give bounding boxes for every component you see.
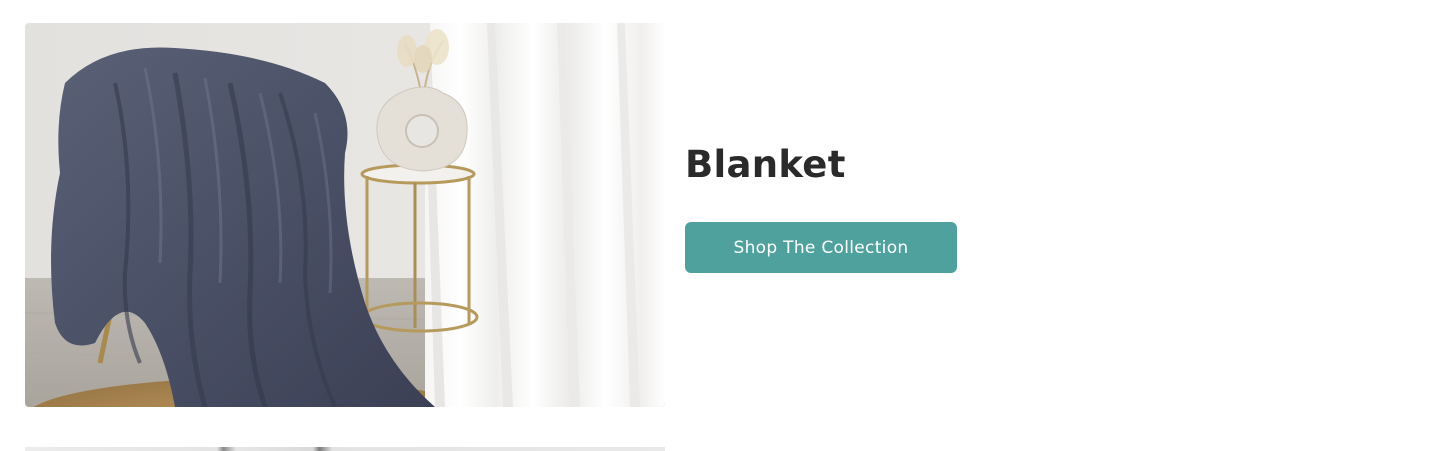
shop-collection-button[interactable]: Shop The Collection — [685, 222, 957, 273]
page: Blanket Shop The Collection — [0, 0, 1431, 451]
next-collection-image[interactable] — [25, 447, 665, 451]
blanket-on-chair-photo — [25, 23, 665, 407]
collection-card: Blanket Shop The Collection — [25, 23, 965, 407]
collection-title: Blanket — [685, 143, 846, 186]
collection-image[interactable] — [25, 23, 665, 407]
